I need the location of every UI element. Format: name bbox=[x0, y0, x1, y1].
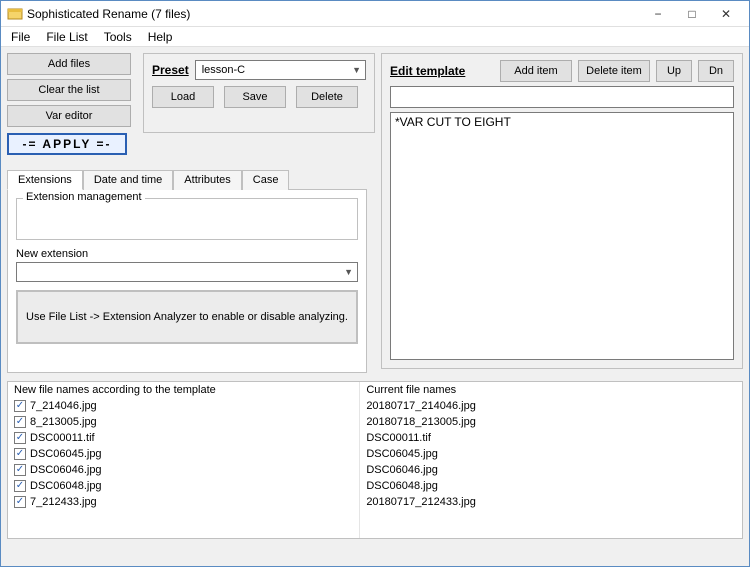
new-extension-label: New extension bbox=[16, 248, 358, 260]
minimize-button[interactable]: − bbox=[641, 3, 675, 25]
close-button[interactable]: ✕ bbox=[709, 3, 743, 25]
current-names-column: Current file names 20180717_214046.jpg20… bbox=[360, 382, 742, 538]
apply-button[interactable]: -= APPLY =- bbox=[7, 133, 127, 155]
checkbox-icon[interactable]: ✓ bbox=[14, 416, 26, 428]
up-button[interactable]: Up bbox=[656, 60, 692, 82]
new-names-header: New file names according to the template bbox=[14, 384, 353, 396]
new-names-column: New file names according to the template… bbox=[8, 382, 360, 538]
template-input[interactable] bbox=[390, 86, 734, 108]
analyzer-hint: Use File List -> Extension Analyzer to e… bbox=[16, 290, 358, 344]
new-filename: 7_212433.jpg bbox=[30, 494, 97, 510]
current-filename: 20180717_214046.jpg bbox=[366, 398, 476, 414]
side-buttons: Add files Clear the list Var editor bbox=[7, 53, 131, 127]
tab-extensions[interactable]: Extensions bbox=[7, 170, 83, 190]
menu-help[interactable]: Help bbox=[144, 29, 177, 45]
app-icon bbox=[7, 6, 23, 22]
checkbox-icon[interactable]: ✓ bbox=[14, 464, 26, 476]
maximize-button[interactable]: □ bbox=[675, 3, 709, 25]
new-filename: DSC06045.jpg bbox=[30, 446, 102, 462]
table-row[interactable]: ✓ 7_214046.jpg bbox=[14, 398, 353, 414]
table-row[interactable]: ✓ DSC06045.jpg bbox=[14, 446, 353, 462]
window-title: Sophisticated Rename (7 files) bbox=[27, 7, 641, 21]
menu-tools[interactable]: Tools bbox=[100, 29, 136, 45]
delete-item-button[interactable]: Delete item bbox=[578, 60, 650, 82]
menu-filelist[interactable]: File List bbox=[42, 29, 91, 45]
options-tabs: Extensions Date and time Attributes Case… bbox=[7, 169, 367, 373]
new-filename: 8_213005.jpg bbox=[30, 414, 97, 430]
new-extension-combo[interactable]: ▼ bbox=[16, 262, 358, 282]
title-bar: Sophisticated Rename (7 files) − □ ✕ bbox=[1, 1, 749, 27]
menu-bar: File File List Tools Help bbox=[1, 27, 749, 47]
template-list-item[interactable]: *VAR CUT TO EIGHT bbox=[395, 115, 729, 129]
checkbox-icon[interactable]: ✓ bbox=[14, 400, 26, 412]
chevron-down-icon: ▼ bbox=[352, 65, 361, 75]
extension-management-label: Extension management bbox=[23, 191, 145, 203]
tab-case[interactable]: Case bbox=[242, 170, 290, 190]
clear-list-button[interactable]: Clear the list bbox=[7, 79, 131, 101]
chevron-down-icon: ▼ bbox=[344, 267, 353, 277]
add-item-button[interactable]: Add item bbox=[500, 60, 572, 82]
preset-delete-button[interactable]: Delete bbox=[296, 86, 358, 108]
extension-management-group: Extension management bbox=[16, 198, 358, 240]
current-filename: DSC06048.jpg bbox=[366, 478, 438, 494]
current-names-header: Current file names bbox=[366, 384, 736, 396]
current-filename: 20180717_212433.jpg bbox=[366, 494, 476, 510]
table-row[interactable]: ✓ DSC06046.jpg bbox=[14, 462, 353, 478]
menu-file[interactable]: File bbox=[7, 29, 34, 45]
current-filename: DSC06045.jpg bbox=[366, 446, 438, 462]
tab-attributes[interactable]: Attributes bbox=[173, 170, 241, 190]
dn-button[interactable]: Dn bbox=[698, 60, 734, 82]
preset-load-button[interactable]: Load bbox=[152, 86, 214, 108]
file-lists: New file names according to the template… bbox=[7, 381, 743, 539]
tab-body: Extension management New extension ▼ Use… bbox=[7, 189, 367, 373]
table-row[interactable]: ✓ DSC06048.jpg bbox=[14, 478, 353, 494]
table-row[interactable]: ✓ 7_212433.jpg bbox=[14, 494, 353, 510]
table-row[interactable]: DSC06046.jpg bbox=[366, 462, 736, 478]
checkbox-icon[interactable]: ✓ bbox=[14, 496, 26, 508]
checkbox-icon[interactable]: ✓ bbox=[14, 448, 26, 460]
table-row[interactable]: DSC00011.tif bbox=[366, 430, 736, 446]
top-row: Add files Clear the list Var editor -= A… bbox=[7, 53, 743, 373]
table-row[interactable]: DSC06048.jpg bbox=[366, 478, 736, 494]
var-editor-button[interactable]: Var editor bbox=[7, 105, 131, 127]
table-row[interactable]: ✓ 8_213005.jpg bbox=[14, 414, 353, 430]
add-files-button[interactable]: Add files bbox=[7, 53, 131, 75]
checkbox-icon[interactable]: ✓ bbox=[14, 480, 26, 492]
preset-label: Preset bbox=[152, 63, 189, 77]
current-filename: DSC06046.jpg bbox=[366, 462, 438, 478]
tab-datetime[interactable]: Date and time bbox=[83, 170, 173, 190]
table-row[interactable]: ✓ DSC00011.tif bbox=[14, 430, 353, 446]
checkbox-icon[interactable]: ✓ bbox=[14, 432, 26, 444]
client-area: Add files Clear the list Var editor -= A… bbox=[1, 47, 749, 566]
table-row[interactable]: 20180718_213005.jpg bbox=[366, 414, 736, 430]
new-filename: DSC06048.jpg bbox=[30, 478, 102, 494]
template-list[interactable]: *VAR CUT TO EIGHT bbox=[390, 112, 734, 360]
table-row[interactable]: 20180717_214046.jpg bbox=[366, 398, 736, 414]
preset-save-button[interactable]: Save bbox=[224, 86, 286, 108]
table-row[interactable]: DSC06045.jpg bbox=[366, 446, 736, 462]
current-filename: 20180718_213005.jpg bbox=[366, 414, 476, 430]
edit-template-panel: Edit template Add item Delete item Up Dn… bbox=[381, 53, 743, 369]
new-filename: DSC06046.jpg bbox=[30, 462, 102, 478]
current-filename: DSC00011.tif bbox=[366, 430, 431, 446]
edit-template-label: Edit template bbox=[390, 64, 494, 78]
table-row[interactable]: 20180717_212433.jpg bbox=[366, 494, 736, 510]
preset-combo[interactable]: lesson-C ▼ bbox=[195, 60, 366, 80]
preset-value: lesson-C bbox=[202, 64, 245, 76]
new-filename: DSC00011.tif bbox=[30, 430, 95, 446]
preset-panel: Preset lesson-C ▼ Load Save Delete bbox=[143, 53, 375, 133]
new-filename: 7_214046.jpg bbox=[30, 398, 97, 414]
